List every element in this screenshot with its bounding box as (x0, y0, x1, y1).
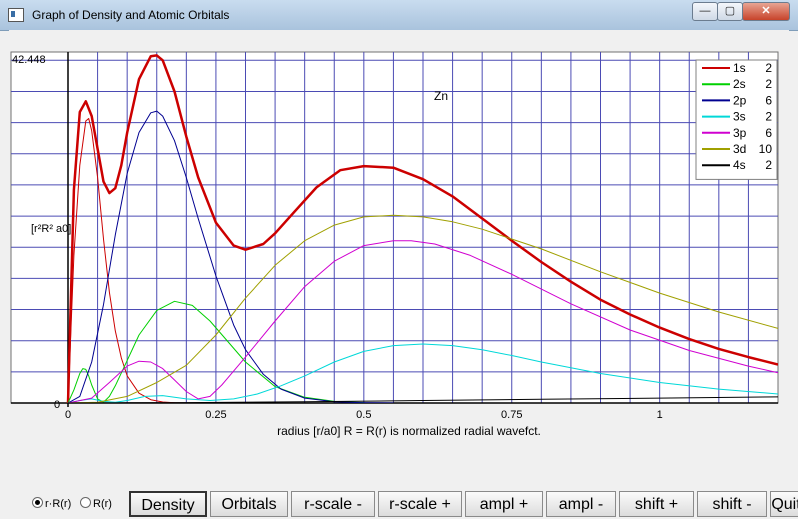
legend-electrons: 6 (765, 93, 772, 107)
plot-area (10, 51, 779, 404)
title-bar: Graph of Density and Atomic Orbitals — ▢… (0, 0, 798, 31)
legend-orbital: 2p (733, 93, 747, 107)
app-icon (8, 8, 24, 22)
legend-electrons: 2 (765, 158, 772, 172)
legend-orbital: 4s (733, 158, 746, 172)
density-button[interactable]: Density (129, 491, 207, 517)
y-max-label: 42.448 (12, 54, 46, 66)
ampl-minus-button[interactable]: ampl - (546, 491, 616, 517)
client-area: 0 0.25 0.5 0.75 1 42.448 0 [r²R² a0] radius [r/a… (9, 30, 798, 517)
r-scale-minus-button[interactable]: r-scale - (291, 491, 375, 517)
legend-electrons: 6 (765, 126, 772, 140)
legend-electrons: 10 (759, 142, 773, 156)
radio-R-label: R(r) (93, 498, 112, 510)
radio-dot-icon (80, 497, 91, 508)
legend-electrons: 2 (765, 110, 772, 124)
x-tick-label: 0.75 (501, 409, 522, 421)
legend-orbital: 3p (733, 126, 747, 140)
legend-electrons: 2 (765, 77, 772, 91)
x-axis-label: radius [r/a0] R = R(r) is normalized rad… (277, 424, 541, 438)
x-tick-label: 0.5 (356, 409, 371, 421)
minimize-button[interactable]: — (692, 2, 718, 21)
x-tick-label: 0.25 (205, 409, 226, 421)
y-axis-label: [r²R² a0] (31, 223, 71, 235)
orbitals-button[interactable]: Orbitals (210, 491, 288, 517)
r-scale-plus-button[interactable]: r-scale + (378, 491, 462, 517)
y-zero-label: 0 (54, 399, 60, 411)
density-plot: 0 0.25 0.5 0.75 1 42.448 0 [r²R² a0] radius [r/a… (9, 30, 789, 460)
legend-orbital: 2s (733, 77, 746, 91)
maximize-button[interactable]: ▢ (717, 2, 743, 21)
quit-button[interactable]: Quit (770, 491, 798, 517)
shift-plus-button[interactable]: shift + (619, 491, 694, 517)
radio-dot-icon (32, 497, 43, 508)
control-bar: r·R(r) R(r) Density Orbitals r-scale - r… (32, 489, 798, 519)
legend-orbital: 3d (733, 142, 746, 156)
x-tick-label: 1 (657, 409, 663, 421)
close-button[interactable]: ✕ (742, 2, 790, 21)
legend-orbital: 3s (733, 110, 746, 124)
ampl-plus-button[interactable]: ampl + (465, 491, 543, 517)
radio-rR[interactable]: r·R(r) (32, 497, 71, 510)
shift-minus-button[interactable]: shift - (697, 491, 767, 517)
element-label: Zn (434, 89, 448, 103)
legend-orbital: 1s (733, 61, 746, 75)
window-title: Graph of Density and Atomic Orbitals (32, 8, 230, 22)
legend-electrons: 2 (765, 61, 772, 75)
radio-rR-label: r·R(r) (45, 498, 72, 510)
x-tick-label: 0 (65, 409, 71, 421)
radio-R[interactable]: R(r) (80, 497, 112, 510)
